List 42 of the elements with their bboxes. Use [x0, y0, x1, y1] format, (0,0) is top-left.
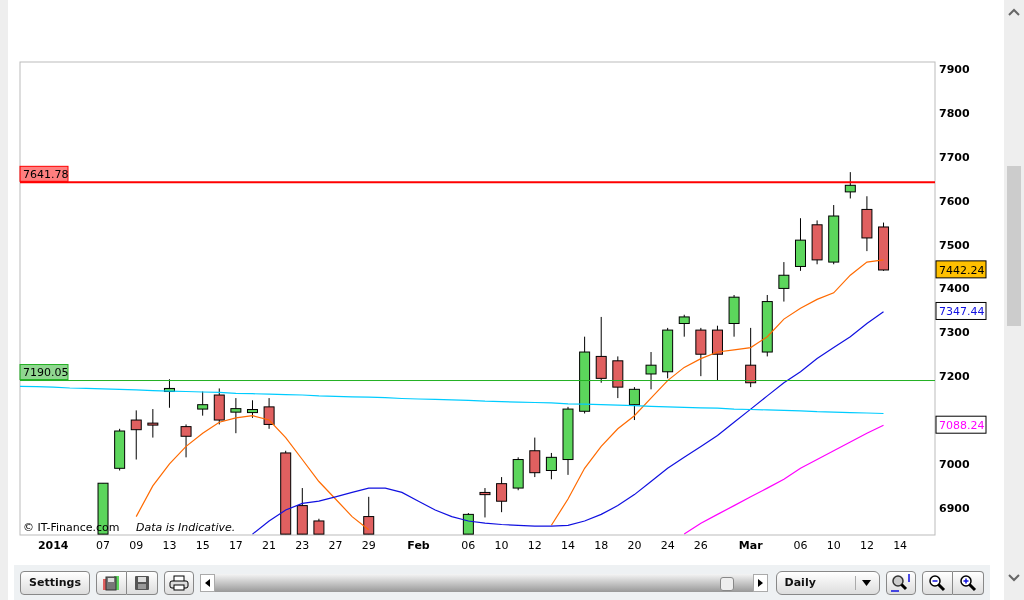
- x-axis-label: 09: [129, 539, 144, 552]
- x-axis-label: 13: [162, 539, 177, 552]
- x-axis-label: 12: [859, 539, 874, 552]
- x-axis-label: 20: [627, 539, 642, 552]
- x-axis-label: 2014: [37, 539, 69, 552]
- x-axis-label: 24: [660, 539, 675, 552]
- level-label: 7190.05: [19, 364, 69, 381]
- price-tag: 7347.44: [935, 301, 987, 320]
- x-axis-label: 10: [826, 539, 841, 552]
- x-axis-label: 07: [96, 539, 111, 552]
- y-axis-label: 7800: [939, 106, 970, 120]
- x-axis-label: 12: [527, 539, 542, 552]
- ref-line-label: 7190.05: [23, 366, 69, 380]
- y-axis-label: 7300: [939, 326, 970, 340]
- ref-line-label: 7641.78: [23, 167, 69, 181]
- y-axis-label: 6900: [939, 501, 970, 515]
- x-axis-label: 17: [228, 539, 243, 552]
- y-axis-label: 7000: [939, 457, 970, 471]
- x-axis-label: 06: [461, 539, 476, 552]
- level-label: 7641.78: [19, 165, 69, 182]
- x-axis-label: 14: [893, 539, 908, 552]
- x-axis-label: 23: [295, 539, 310, 552]
- y-axis-label: 7900: [939, 63, 970, 76]
- x-axis-label: 10: [494, 539, 509, 552]
- x-axis-label: 27: [328, 539, 343, 552]
- x-axis-label: 26: [693, 539, 708, 552]
- x-axis-label: 21: [262, 539, 277, 552]
- y-axis-label: 7700: [939, 150, 970, 164]
- y-axis-label: 7500: [939, 238, 970, 252]
- y-axis-label: 7400: [939, 282, 970, 296]
- x-axis-label: 14: [561, 539, 575, 552]
- x-axis-label: 18: [594, 539, 609, 552]
- price-tag: 7442.24: [935, 260, 987, 279]
- y-axis-label: 7200: [939, 370, 970, 384]
- y-axis-label: 7600: [939, 194, 970, 208]
- x-axis-label: Mar: [738, 539, 763, 552]
- disclaimer-text: Data is Indicative.: [136, 521, 236, 534]
- x-axis-label: Feb: [407, 539, 430, 552]
- x-axis-label: 29: [361, 539, 376, 552]
- x-axis-label: 15: [195, 539, 210, 552]
- price-tag: 7088.24: [935, 415, 987, 434]
- x-axis-label: 06: [793, 539, 808, 552]
